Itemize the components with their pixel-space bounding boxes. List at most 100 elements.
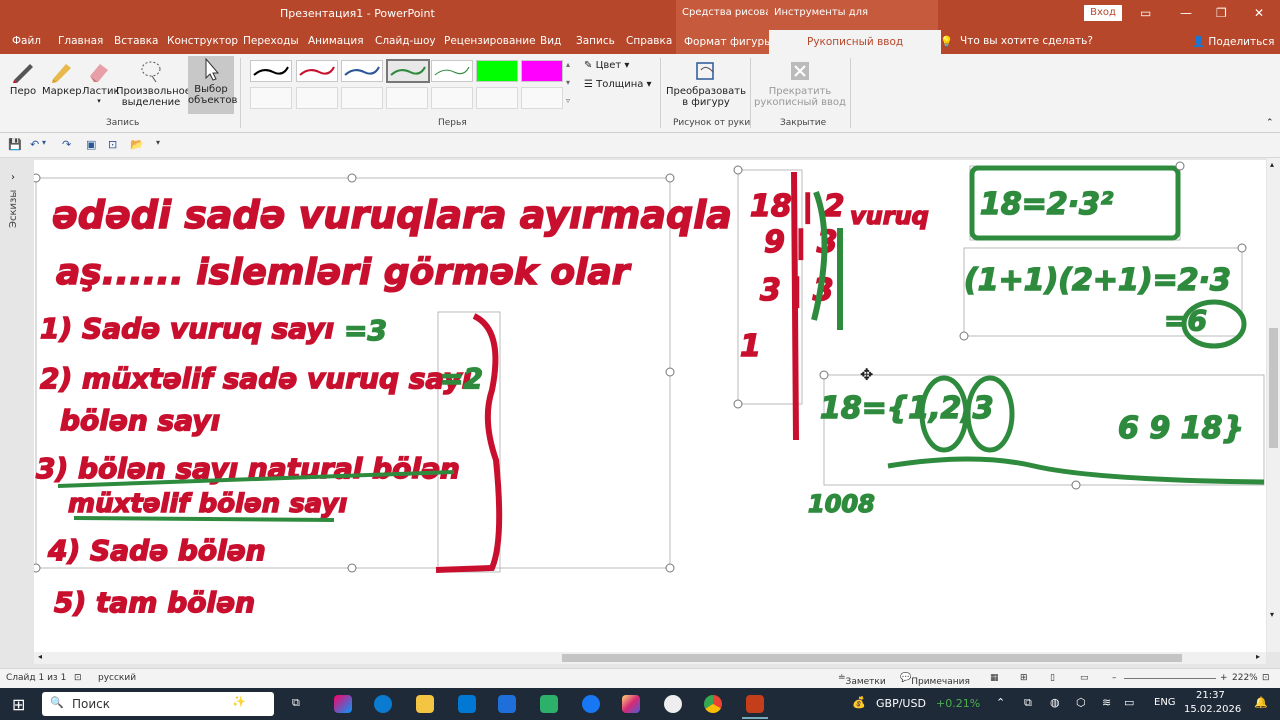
touch-mode-icon[interactable]: ⊡ bbox=[108, 138, 117, 151]
selection-handle[interactable] bbox=[733, 165, 743, 175]
tab-record[interactable]: Запись bbox=[576, 35, 615, 47]
whatsapp-icon[interactable] bbox=[664, 695, 682, 713]
pen-swatch[interactable] bbox=[296, 60, 338, 82]
save-icon[interactable]: 💾 bbox=[8, 138, 22, 151]
ink-line[interactable]: 2) müxtəlif sadə vuruq sayı bbox=[39, 361, 472, 396]
color-button[interactable]: ✎ Цвет ▾ bbox=[584, 60, 629, 71]
pen-swatch-empty[interactable] bbox=[431, 87, 473, 109]
notes-button[interactable]: ≐ Заметки bbox=[838, 673, 886, 687]
facebook-icon[interactable] bbox=[582, 695, 600, 713]
zoom-out-icon[interactable]: – bbox=[1112, 673, 1117, 683]
select-objects-button[interactable]: Выбор объектов bbox=[188, 56, 237, 114]
ink-line[interactable]: aş...... islemləri görmək olar bbox=[55, 251, 632, 294]
selection-handle[interactable] bbox=[34, 173, 41, 183]
selection-handle[interactable] bbox=[665, 563, 675, 573]
fit-slide-icon[interactable]: ⊡ bbox=[1262, 673, 1270, 683]
ticker-symbol[interactable]: GBP/USD bbox=[876, 697, 926, 710]
powerpoint-icon[interactable] bbox=[746, 695, 764, 713]
ink-line[interactable]: (1+1)(2+1)=2·3 bbox=[963, 262, 1231, 299]
tab-animations[interactable]: Анимация bbox=[308, 35, 364, 47]
ink-line[interactable]: 1008 bbox=[807, 489, 875, 519]
undo-dropdown-icon[interactable]: ▾ bbox=[42, 138, 46, 147]
ink-underline[interactable] bbox=[887, 456, 1265, 485]
spellcheck-icon[interactable]: ⊡ bbox=[74, 673, 82, 683]
tab-home[interactable]: Главная bbox=[58, 35, 103, 47]
taskbar-search[interactable]: 🔍 Поиск ✨ bbox=[42, 692, 274, 716]
horizontal-scroll-thumb[interactable] bbox=[562, 654, 1182, 662]
selection-handle[interactable] bbox=[733, 399, 743, 409]
vertical-scroll-thumb[interactable] bbox=[1269, 328, 1278, 448]
notifications-icon[interactable]: 🔔 bbox=[1254, 696, 1268, 709]
open-folder-icon[interactable]: 📂 bbox=[130, 138, 144, 151]
pen-button[interactable]: Перо bbox=[6, 58, 40, 97]
instagram-icon[interactable] bbox=[622, 695, 640, 713]
horizontal-scrollbar[interactable]: ◂ ▸ bbox=[34, 652, 1266, 664]
ink-line[interactable]: 5) tam bölən bbox=[53, 585, 256, 620]
vertical-scrollbar[interactable]: ▴ ▾ bbox=[1267, 158, 1280, 652]
highlighter-swatch[interactable] bbox=[521, 60, 563, 82]
scroll-right-icon[interactable]: ▸ bbox=[1256, 652, 1260, 661]
pen-swatch-selected[interactable] bbox=[386, 59, 430, 83]
app-green-icon[interactable] bbox=[540, 695, 558, 713]
tray-icon[interactable]: ⬡ bbox=[1076, 696, 1086, 709]
expand-pane-icon[interactable]: › bbox=[11, 172, 15, 183]
copilot-icon[interactable] bbox=[334, 695, 352, 713]
selection-handle[interactable] bbox=[665, 173, 675, 183]
selection-handle[interactable] bbox=[1237, 243, 1247, 253]
tab-view[interactable]: Вид bbox=[540, 35, 561, 47]
tab-shape-format[interactable]: Формат фигуры bbox=[676, 30, 781, 54]
maximize-icon[interactable]: ❐ bbox=[1216, 6, 1227, 20]
battery-icon[interactable]: ▭ bbox=[1124, 696, 1134, 709]
pen-swatch-empty[interactable] bbox=[476, 87, 518, 109]
pen-swatch[interactable] bbox=[341, 60, 383, 82]
location-icon[interactable]: ◍ bbox=[1050, 696, 1060, 709]
ink-line[interactable]: bölən sayı bbox=[59, 403, 221, 438]
thickness-button[interactable]: ☰ Толщина ▾ bbox=[584, 79, 652, 90]
ink-division-line[interactable] bbox=[791, 171, 799, 441]
selection-handle[interactable] bbox=[959, 331, 969, 341]
tray-app-icon[interactable]: ⧉ bbox=[1024, 696, 1032, 710]
tab-design[interactable]: Конструктор bbox=[167, 35, 238, 47]
pen-swatch[interactable] bbox=[250, 60, 292, 82]
comments-button[interactable]: 💬 Примечания bbox=[900, 673, 970, 687]
slideshow-view-icon[interactable]: ▭ bbox=[1080, 673, 1089, 683]
selection-handle[interactable] bbox=[819, 370, 829, 380]
tab-help[interactable]: Справка bbox=[626, 35, 672, 47]
tab-insert[interactable]: Вставка bbox=[114, 35, 159, 47]
pen-swatch-empty[interactable] bbox=[296, 87, 338, 109]
ink-drawing[interactable]: ədədi sadə vuruqlara ayırmaqla aş...... … bbox=[34, 160, 1266, 652]
ink-line[interactable]: =3 bbox=[343, 313, 387, 348]
pen-swatch-empty[interactable] bbox=[521, 87, 563, 109]
file-explorer-icon[interactable] bbox=[416, 695, 434, 713]
gallery-more-icon[interactable]: ▿ bbox=[566, 96, 570, 105]
show-hidden-icons[interactable]: ⌃ bbox=[996, 696, 1005, 709]
pen-swatch-empty[interactable] bbox=[250, 87, 292, 109]
scroll-left-icon[interactable]: ◂ bbox=[38, 652, 42, 661]
slide-canvas[interactable]: ədədi sadə vuruqlara ayırmaqla aş...... … bbox=[34, 160, 1266, 652]
tab-review[interactable]: Рецензирование bbox=[444, 35, 536, 47]
pen-swatch-empty[interactable] bbox=[386, 87, 428, 109]
pen-swatch[interactable] bbox=[431, 60, 473, 82]
ink-line[interactable]: müxtəlif bölən sayı bbox=[67, 488, 348, 520]
collapse-ribbon-icon[interactable]: ⌃ bbox=[1266, 118, 1274, 128]
keyboard-language[interactable]: ENG bbox=[1154, 697, 1176, 708]
clock-date[interactable]: 15.02.2026 bbox=[1184, 704, 1241, 715]
clock-time[interactable]: 21:37 bbox=[1196, 690, 1225, 701]
ink-line[interactable]: 18=2·3² bbox=[979, 186, 1114, 223]
ink-underline[interactable] bbox=[73, 516, 335, 522]
highlighter-swatch[interactable] bbox=[476, 60, 518, 82]
selection-handle[interactable] bbox=[665, 367, 675, 377]
scroll-up-icon[interactable]: ▴ bbox=[1270, 160, 1274, 169]
ink-line[interactable]: 1 bbox=[739, 328, 761, 365]
tell-me-input[interactable]: Что вы хотите сделать? bbox=[960, 35, 1093, 47]
minimize-icon[interactable]: — bbox=[1180, 6, 1192, 20]
edge-icon[interactable] bbox=[374, 695, 392, 713]
ink-line[interactable]: ədədi sadə vuruqlara ayırmaqla bbox=[51, 192, 732, 238]
selection-handle[interactable] bbox=[1175, 161, 1185, 171]
undo-icon[interactable]: ↶ bbox=[30, 138, 39, 151]
normal-view-icon[interactable]: ▦ bbox=[990, 673, 999, 683]
tab-slideshow[interactable]: Слайд-шоу bbox=[375, 35, 436, 47]
selection-handle[interactable] bbox=[1071, 480, 1081, 490]
login-button[interactable]: Вход bbox=[1084, 5, 1122, 21]
sorter-view-icon[interactable]: ⊞ bbox=[1020, 673, 1028, 683]
